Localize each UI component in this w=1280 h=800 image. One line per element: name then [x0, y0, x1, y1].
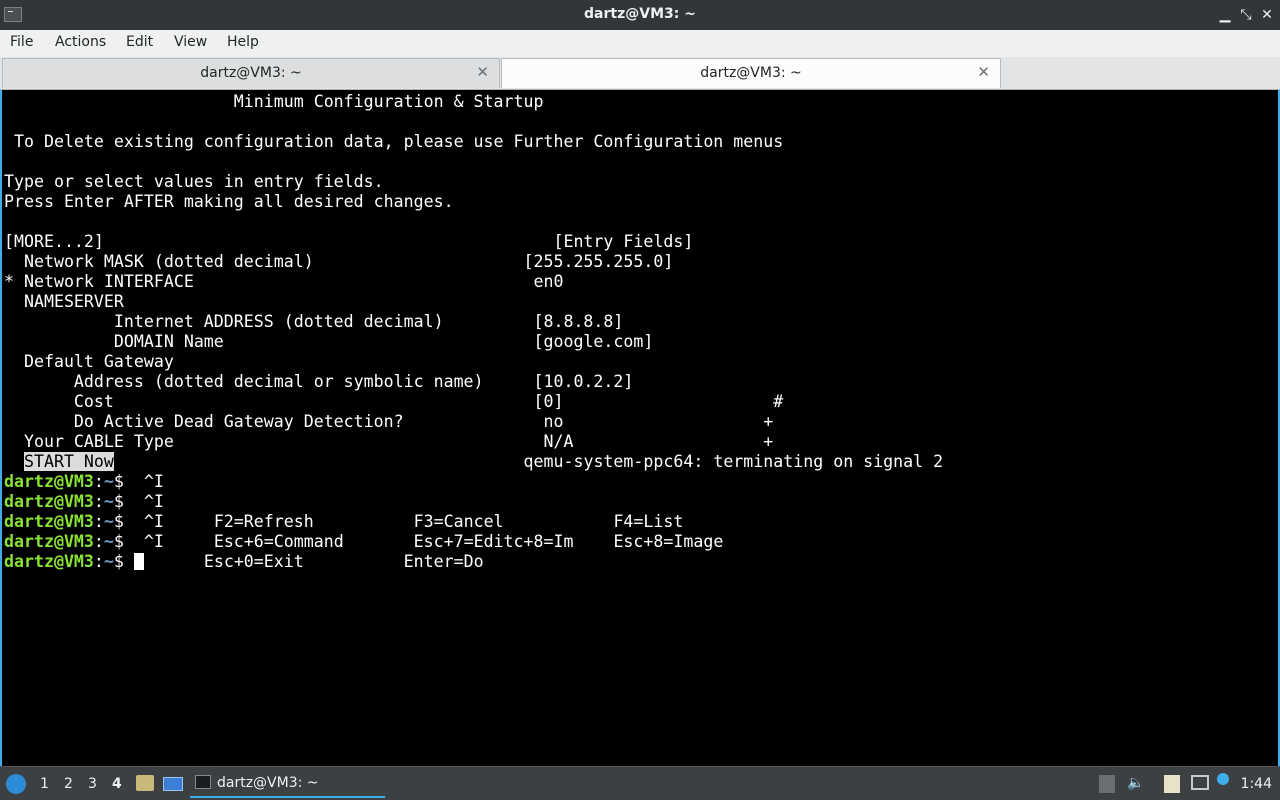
prompt-sym: $ — [113, 472, 134, 491]
prompt-sym: $ — [113, 492, 134, 511]
terminal-line: To Delete existing configuration data, p… — [4, 132, 784, 151]
prompt-sep: : — [93, 532, 104, 551]
start-menu-icon[interactable] — [6, 774, 26, 794]
menu-view[interactable]: View — [174, 34, 207, 50]
terminal-line: NAMESERVER — [4, 292, 124, 311]
terminal-line: Internet ADDRESS (dotted decimal) [8.8.8… — [4, 312, 624, 331]
menu-bar: File Actions Edit View Help — [0, 30, 1280, 57]
file-manager-icon[interactable] — [136, 775, 154, 791]
prompt-trailing-text: Esc+0=Exit Enter=Do — [143, 552, 484, 571]
close-button[interactable]: ✕ — [1258, 6, 1276, 24]
prompt-user: dartz@VM3 — [4, 532, 94, 551]
clock[interactable]: 1:44 — [1241, 776, 1272, 792]
prompt-path: ~ — [103, 472, 114, 491]
terminal-line: [MORE...2] [Entry Fields] — [4, 232, 694, 251]
tab-close-icon[interactable]: ✕ — [977, 63, 990, 81]
volume-icon[interactable]: 🔈 — [1127, 775, 1144, 791]
taskbar: 1 2 3 4 dartz@VM3: ~ 🔈 1:44 — [0, 766, 1280, 800]
qemu-terminating-message: qemu-system-ppc64: terminating on signal… — [113, 452, 944, 471]
prompt-user: dartz@VM3 — [4, 552, 94, 571]
terminal-line: Press Enter AFTER making all desired cha… — [4, 192, 454, 211]
terminal-line: Cost [0] # — [4, 392, 784, 411]
prompt-line: dartz@VM3:~$ ^I — [4, 472, 164, 492]
terminal-line: Type or select values in entry fields. — [4, 172, 384, 191]
desktop-3[interactable]: 3 — [88, 776, 97, 792]
prompt-line-current: dartz@VM3:~$ Esc+0=Exit Enter=Do — [4, 552, 484, 572]
desktop-2[interactable]: 2 — [64, 776, 73, 792]
tab-terminal-2[interactable]: dartz@VM3: ~ ✕ — [501, 58, 1001, 88]
prompt-sep: : — [93, 552, 104, 571]
start-now-indent — [4, 452, 24, 471]
clipboard-icon[interactable] — [1164, 775, 1180, 793]
terminal-line: DOMAIN Name [google.com] — [4, 332, 654, 351]
menu-help[interactable]: Help — [227, 34, 259, 50]
terminal-line: Do Active Dead Gateway Detection? no + — [4, 412, 774, 431]
show-desktop-icon[interactable] — [163, 777, 183, 791]
prompt-line: dartz@VM3:~$ ^I F2=Refresh F3=Cancel F4=… — [4, 512, 683, 532]
prompt-sym: $ — [113, 552, 134, 571]
prompt-user: dartz@VM3 — [4, 492, 94, 511]
prompt-input: ^I F2=Refresh F3=Cancel F4=List — [133, 512, 684, 531]
terminal-line: Minimum Configuration & Startup — [4, 92, 544, 111]
menu-file[interactable]: File — [10, 34, 33, 50]
start-now-highlight[interactable]: START Now — [23, 452, 114, 471]
prompt-sym: $ — [113, 512, 134, 531]
tab-label: dartz@VM3: ~ — [700, 65, 802, 81]
minimize-button[interactable]: ▁ — [1216, 6, 1234, 24]
prompt-path: ~ — [103, 532, 114, 551]
prompt-path: ~ — [103, 512, 114, 531]
prompt-sep: : — [93, 512, 104, 531]
prompt-user: dartz@VM3 — [4, 512, 94, 531]
terminal-line: * Network INTERFACE en0 — [4, 272, 564, 291]
desktop-1[interactable]: 1 — [40, 776, 49, 792]
terminal-area[interactable]: Minimum Configuration & Startup To Delet… — [0, 90, 1280, 766]
prompt-line: dartz@VM3:~$ ^I Esc+6=Command Esc+7=Edit… — [4, 532, 723, 552]
prompt-sym: $ — [113, 532, 134, 551]
window-titlebar[interactable]: dartz@VM3: ~ ▁ ⤡ ✕ — [0, 0, 1280, 30]
terminal-line: Address (dotted decimal or symbolic name… — [4, 372, 634, 391]
menu-actions[interactable]: Actions — [55, 34, 106, 50]
terminal-line: Default Gateway — [4, 352, 174, 371]
text-cursor — [133, 552, 144, 570]
desktop-4[interactable]: 4 — [112, 776, 122, 792]
prompt-path: ~ — [103, 552, 114, 571]
maximize-button[interactable]: ⤡ — [1237, 6, 1255, 24]
terminal-task-icon — [195, 775, 211, 789]
prompt-sep: : — [93, 472, 104, 491]
terminal-line: Your CABLE Type N/A + — [4, 432, 774, 451]
prompt-path: ~ — [103, 492, 114, 511]
prompt-input: ^I — [133, 472, 164, 491]
prompt-input: ^I Esc+6=Command Esc+7=Editc+8=Im Esc+8=… — [133, 532, 724, 551]
usb-icon[interactable] — [1099, 775, 1115, 793]
menu-edit[interactable]: Edit — [126, 34, 153, 50]
tab-terminal-1[interactable]: dartz@VM3: ~ ✕ — [2, 58, 500, 88]
prompt-user: dartz@VM3 — [4, 472, 94, 491]
update-notifier-icon[interactable] — [1217, 773, 1229, 785]
tab-bar: dartz@VM3: ~ ✕ dartz@VM3: ~ ✕ — [0, 57, 1280, 90]
monitor-icon[interactable] — [1191, 775, 1209, 790]
taskbar-task-terminal[interactable]: dartz@VM3: ~ — [190, 770, 385, 798]
prompt-line: dartz@VM3:~$ ^I — [4, 492, 164, 512]
start-now-line: START Now qemu-system-ppc64: terminating… — [4, 452, 943, 472]
task-label: dartz@VM3: ~ — [217, 775, 319, 791]
tab-close-icon[interactable]: ✕ — [476, 63, 489, 81]
prompt-input: ^I — [133, 492, 164, 511]
window-title: dartz@VM3: ~ — [584, 6, 696, 22]
tab-label: dartz@VM3: ~ — [200, 65, 302, 81]
prompt-sep: : — [93, 492, 104, 511]
terminal-line: Network MASK (dotted decimal) [255.255.2… — [4, 252, 674, 271]
